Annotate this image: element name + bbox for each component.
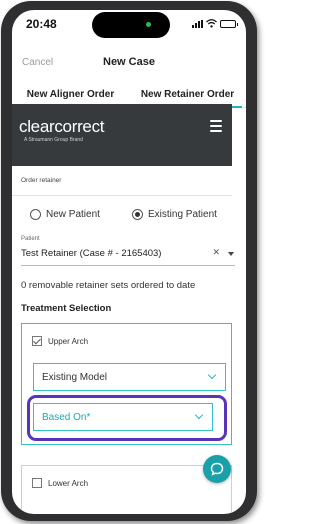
status-bar: 20:48 — [12, 10, 246, 42]
battery-icon — [220, 19, 238, 28]
upper-arch-label: Upper Arch — [48, 337, 89, 346]
radio-label: New Patient — [46, 209, 100, 220]
nav-header: Cancel New Case — [12, 55, 246, 75]
based-on-highlight-outline — [27, 395, 227, 441]
section-divider — [12, 195, 232, 196]
chat-button[interactable] — [203, 455, 231, 483]
phone-screen: 20:48 Cancel New Case New Aligner Order … — [12, 10, 246, 514]
section-label: Order retainer — [21, 177, 62, 184]
lower-arch-panel: Lower Arch — [21, 465, 232, 514]
phone-frame: 20:48 Cancel New Case New Aligner Order … — [1, 1, 257, 521]
dropdown-arrow-icon[interactable] — [228, 252, 234, 256]
brand-tagline: A Straumann Group Brand — [24, 137, 83, 143]
patient-field-label: Patient — [21, 236, 40, 242]
clear-icon[interactable]: ✕ — [212, 247, 220, 258]
radio-existing-patient[interactable]: Existing Patient — [132, 209, 217, 220]
radio-new-patient[interactable]: New Patient — [30, 209, 100, 220]
treatment-selection-heading: Treatment Selection — [21, 303, 112, 314]
radio-label: Existing Patient — [148, 209, 217, 220]
retainer-count-note: 0 removable retainer sets ordered to dat… — [21, 280, 196, 291]
chevron-down-icon — [207, 370, 217, 380]
model-select[interactable]: Existing Model — [33, 363, 226, 391]
wifi-icon — [206, 19, 217, 28]
clearcorrect-logo: clearcorrect — [19, 117, 105, 136]
status-time: 20:48 — [26, 17, 57, 31]
model-select-value: Existing Model — [42, 372, 108, 383]
radio-selected-icon — [132, 209, 143, 220]
lower-arch-checkbox[interactable] — [32, 478, 42, 488]
dynamic-island — [92, 12, 170, 38]
upper-arch-checkbox[interactable] — [32, 336, 42, 346]
page-title: New Case — [103, 56, 155, 68]
brand-header: clearcorrect A Straumann Group Brand — [12, 104, 232, 166]
status-icons — [192, 19, 238, 28]
patient-select[interactable]: Test Retainer (Case # - 2165403) ✕ — [21, 244, 235, 266]
signal-icon — [192, 19, 203, 28]
patient-value: Test Retainer (Case # - 2165403) — [21, 248, 162, 259]
lower-arch-label: Lower Arch — [48, 479, 89, 488]
radio-circle-icon — [30, 209, 41, 220]
camera-indicator-icon — [146, 22, 151, 27]
chat-bubble-icon — [210, 462, 224, 476]
hamburger-menu-icon[interactable] — [210, 120, 222, 132]
